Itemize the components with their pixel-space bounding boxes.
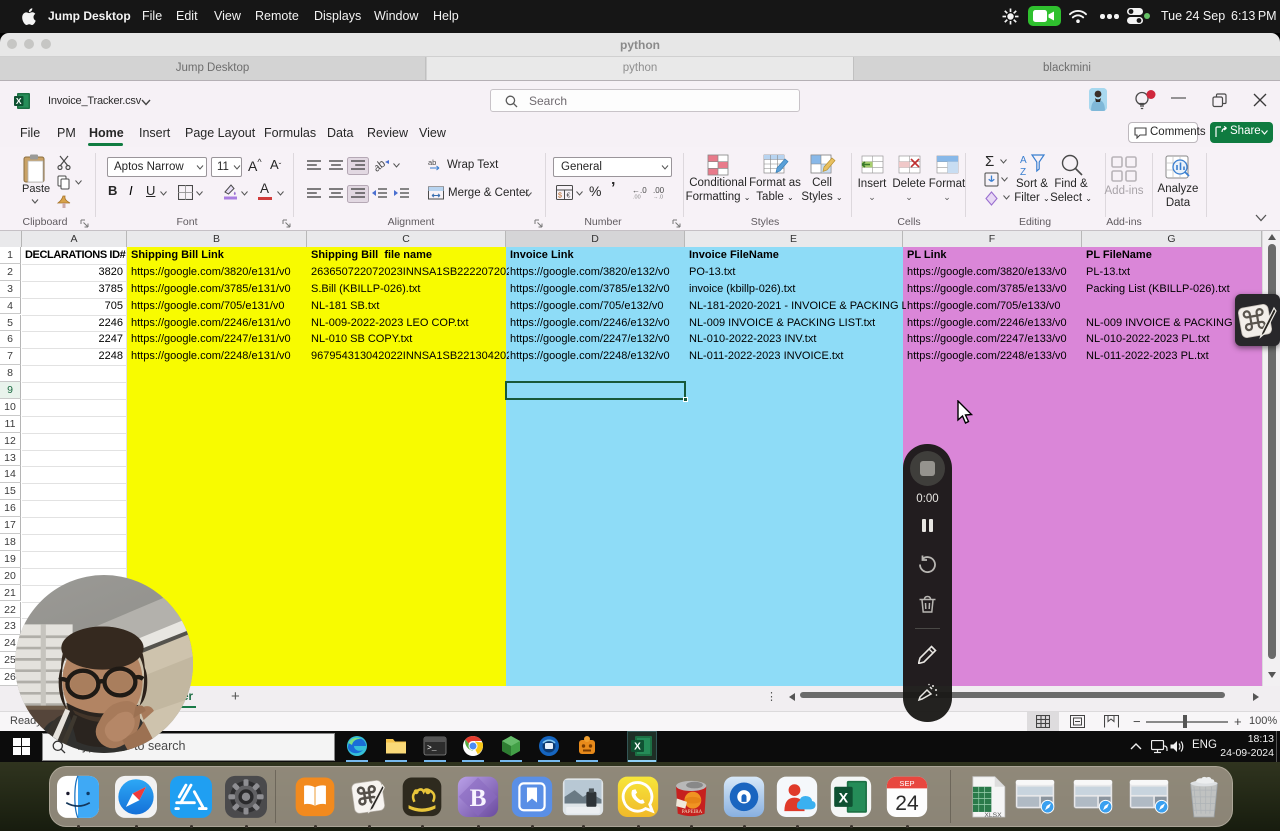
svg-text:SEP: SEP bbox=[899, 779, 914, 788]
svg-text:A: A bbox=[1020, 155, 1027, 166]
svg-text:→.0: →.0 bbox=[653, 195, 663, 200]
svg-text:ab: ab bbox=[375, 159, 388, 173]
svg-text:$: $ bbox=[558, 193, 562, 200]
svg-text:>_: >_ bbox=[427, 744, 437, 753]
svg-text:XLSX: XLSX bbox=[984, 812, 1002, 819]
svg-text:B: B bbox=[470, 785, 487, 812]
svg-text:ab: ab bbox=[428, 158, 436, 167]
svg-text:X: X bbox=[839, 791, 849, 807]
svg-text:Z: Z bbox=[1020, 167, 1026, 177]
svg-text:X: X bbox=[634, 742, 641, 753]
svg-text:24: 24 bbox=[895, 792, 919, 815]
svg-text:.00: .00 bbox=[633, 195, 641, 200]
svg-text:X: X bbox=[16, 96, 22, 106]
svg-text:€: € bbox=[567, 193, 571, 200]
svg-text:PAPEIRA: PAPEIRA bbox=[682, 809, 703, 815]
